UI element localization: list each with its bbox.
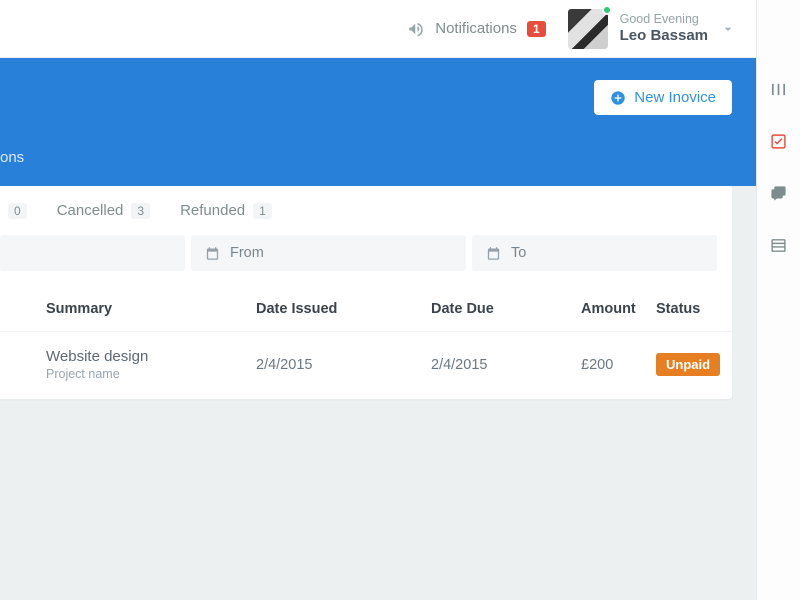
table-row[interactable]: Website design Project name 2/4/2015 2/4…: [0, 332, 732, 399]
chevron-down-icon: [720, 21, 736, 37]
status-tabs: 0 Cancelled 3 Refunded 1: [0, 186, 732, 235]
table-header: Summary Date Issued Date Due Amount Stat…: [0, 285, 732, 332]
tab-refunded[interactable]: Refunded 1: [180, 202, 272, 219]
col-summary: Summary: [46, 301, 256, 317]
top-bar: Notifications 1 Good Evening Leo Bassam: [0, 0, 756, 58]
right-rail: [756, 0, 800, 600]
row-summary-title: Website design: [46, 348, 256, 365]
col-date-issued: Date Issued: [256, 301, 431, 317]
row-amount: £200: [581, 357, 656, 373]
tab-cancelled[interactable]: Cancelled 3: [57, 202, 150, 219]
notifications-count-badge: 1: [527, 21, 546, 37]
plus-circle-icon: [610, 90, 626, 106]
row-summary-sub: Project name: [46, 367, 256, 381]
row-date-issued: 2/4/2015: [256, 357, 431, 373]
tab-count: 3: [131, 203, 150, 219]
col-date-due: Date Due: [431, 301, 581, 317]
notifications-button[interactable]: Notifications 1: [407, 20, 545, 38]
notifications-label: Notifications: [435, 20, 517, 37]
calendar-icon: [205, 246, 220, 261]
new-invoice-button[interactable]: New Inovice: [594, 80, 732, 115]
user-name: Leo Bassam: [620, 27, 708, 45]
avatar: [568, 9, 608, 49]
breadcrumb[interactable]: ons: [0, 149, 24, 166]
tab-count: 0: [8, 203, 27, 219]
date-from-input[interactable]: From: [191, 235, 466, 271]
columns-icon[interactable]: [757, 72, 800, 106]
row-date-due: 2/4/2015: [431, 357, 581, 373]
invoices-panel: 0 Cancelled 3 Refunded 1: [0, 186, 732, 399]
date-from-label: From: [230, 245, 264, 261]
megaphone-icon: [407, 20, 425, 38]
chat-icon[interactable]: [757, 176, 800, 210]
page-hero: New Inovice ons: [0, 58, 756, 186]
col-amount: Amount: [581, 301, 656, 317]
date-to-label: To: [511, 245, 526, 261]
filter-bar: From To: [0, 235, 732, 285]
col-status: Status: [656, 301, 716, 317]
list-icon[interactable]: [757, 228, 800, 262]
user-menu[interactable]: Good Evening Leo Bassam: [568, 9, 736, 49]
calendar-icon: [486, 246, 501, 261]
status-badge: Unpaid: [656, 353, 720, 376]
presence-indicator: [602, 5, 612, 15]
checkbox-icon[interactable]: [757, 124, 800, 158]
tab-count: 1: [253, 203, 272, 219]
new-invoice-label: New Inovice: [634, 89, 716, 106]
date-to-input[interactable]: To: [472, 235, 717, 271]
tab-partial[interactable]: 0: [0, 202, 27, 219]
search-input[interactable]: [0, 235, 185, 271]
greeting-text: Good Evening: [620, 12, 708, 27]
